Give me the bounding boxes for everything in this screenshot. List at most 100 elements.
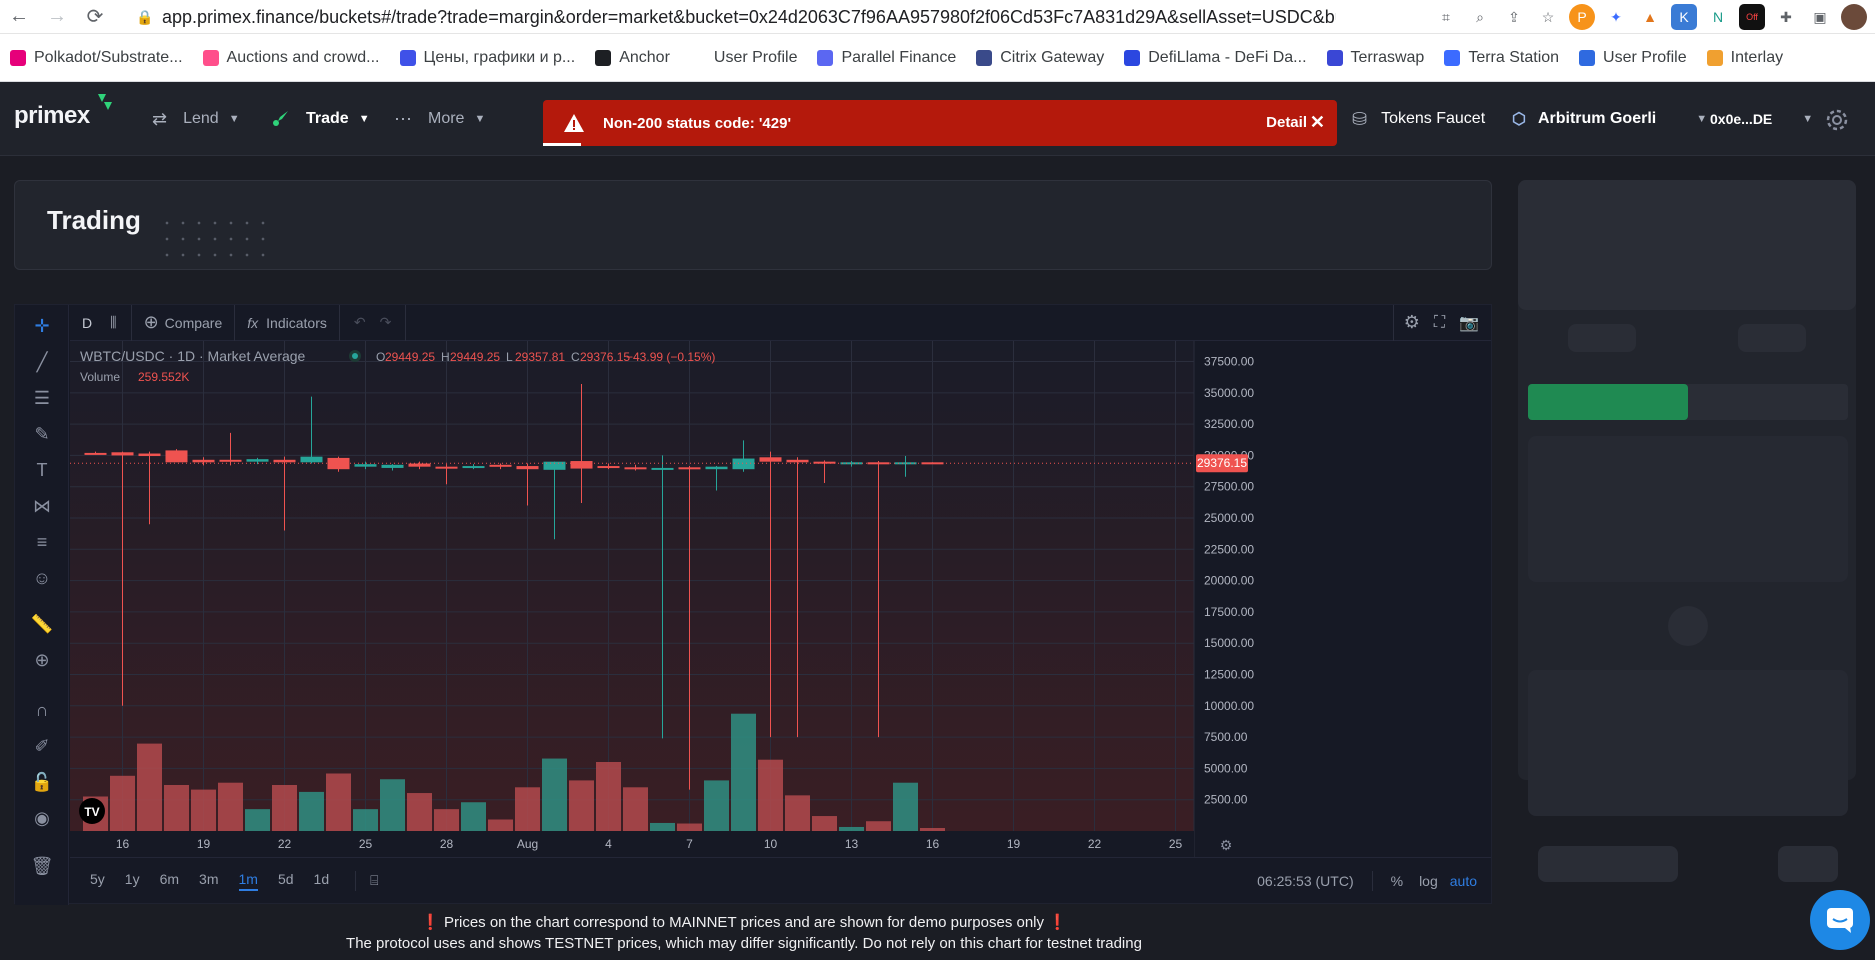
auto-toggle[interactable]: auto — [1450, 873, 1477, 889]
reload-icon[interactable]: ⟳ — [76, 0, 114, 34]
bookmark-item[interactable]: Interlay — [1706, 34, 1803, 82]
ext-k-icon[interactable]: K — [1671, 4, 1697, 30]
extensions-icon[interactable]: ✚ — [1773, 4, 1799, 30]
gear-icon[interactable] — [1823, 106, 1851, 134]
period-1y[interactable]: 1y — [125, 871, 140, 891]
period-3m[interactable]: 3m — [199, 871, 218, 891]
star-icon[interactable]: ☆ — [1535, 4, 1561, 30]
y-tick-label: 17500.00 — [1204, 605, 1254, 619]
emoji-icon[interactable]: ☺ — [29, 565, 55, 591]
camera-icon[interactable]: 📷 — [1459, 313, 1479, 333]
candle-type-icon[interactable]: ⫼ — [110, 314, 116, 331]
text-icon[interactable]: T — [29, 457, 55, 483]
bookmark-item[interactable]: Terraswap — [1326, 34, 1445, 82]
fib-icon[interactable]: ☰ — [29, 385, 55, 411]
fullscreen-icon[interactable]: ⛶ — [1434, 314, 1445, 332]
bookmark-item[interactable]: Parallel Finance — [817, 34, 976, 82]
zoom-in-icon[interactable]: ⊕ — [29, 647, 55, 673]
metamask-icon[interactable]: ▲ — [1637, 4, 1663, 30]
bookmark-item[interactable]: Terra Station — [1444, 34, 1579, 82]
candle-body — [894, 462, 917, 465]
bookmark-item[interactable]: Polkadot/Substrate... — [10, 34, 203, 82]
nav-lend-label: Lend — [183, 110, 219, 127]
brush-icon[interactable]: ✎ — [29, 421, 55, 447]
settings-icon[interactable]: ⚙ — [1404, 312, 1420, 333]
price-change: −43.99 (−0.15%) — [626, 350, 715, 364]
crosshair-icon[interactable]: ✛ — [29, 313, 55, 339]
toast-detail-link[interactable]: Detail — [1266, 114, 1307, 131]
axis-settings-icon[interactable]: ⚙ — [1220, 838, 1233, 854]
log-toggle[interactable]: log — [1419, 873, 1438, 889]
ext-off-icon[interactable]: Off — [1739, 4, 1765, 30]
share-icon[interactable]: ⇪ — [1501, 4, 1527, 30]
address-bar[interactable]: 🔒 app.primex.finance/buckets#/trade?trad… — [136, 3, 1336, 31]
bookmark-label: Anchor — [619, 48, 670, 66]
interval-button[interactable]: D — [82, 315, 92, 331]
plot-background — [70, 341, 1194, 831]
forward-icon[interactable]: → — [38, 0, 76, 34]
bookmark-item[interactable]: Anchor — [595, 34, 690, 82]
candlestick-chart[interactable]: 37500.0035000.0032500.0030000.0027500.00… — [70, 341, 1491, 857]
x-tick-label: 4 — [605, 837, 612, 851]
back-icon[interactable]: ← — [0, 0, 38, 34]
lock-drawing-icon[interactable]: ✐ — [29, 733, 55, 759]
nav-more[interactable]: ⋯ More ▼ — [394, 82, 485, 156]
ext-2-icon[interactable]: ✦ — [1603, 4, 1629, 30]
y-tick-label: 20000.00 — [1204, 574, 1254, 588]
period-6m[interactable]: 6m — [160, 871, 179, 891]
wallet-button[interactable]: 0x0e...DE ▼ — [1710, 82, 1813, 156]
redo-icon[interactable]: ↷ — [380, 314, 392, 331]
percent-toggle[interactable]: % — [1391, 873, 1403, 889]
eye-icon[interactable]: ◉ — [29, 805, 55, 831]
pattern-icon[interactable]: ⋈ — [29, 493, 55, 519]
compare-button[interactable]: Compare — [165, 315, 223, 331]
bookmark-item[interactable]: User Profile — [689, 34, 818, 82]
chart-widget: ✛ ╱ ☰ ✎ T ⋈ ≡ ☺ 📏 ⊕ ∩ ✐ 🔓 ◉ 🗑 D ⫼ ⊕ Comp… — [14, 304, 1492, 905]
bookmark-item[interactable]: User Profile — [1579, 34, 1707, 82]
trash-icon[interactable]: 🗑 — [29, 853, 55, 879]
sidepanel-icon[interactable]: ▣ — [1807, 4, 1833, 30]
nav-trade[interactable]: Trade ▼ — [270, 82, 370, 156]
period-1m[interactable]: 1m — [238, 871, 258, 891]
candle-body — [300, 456, 323, 463]
candle-body — [435, 466, 458, 469]
bookmark-item[interactable]: DefiLlama - DeFi Da... — [1124, 34, 1326, 82]
candle-body — [84, 452, 107, 455]
candle-body — [273, 459, 296, 463]
tokens-faucet[interactable]: ⛁ Tokens Faucet — [1352, 82, 1485, 156]
indicators-button[interactable]: Indicators — [266, 315, 327, 331]
bookmark-item[interactable]: Цены, графики и р... — [399, 34, 596, 82]
magnet-icon[interactable]: ∩ — [29, 697, 55, 723]
network-selector[interactable]: ⬡ Arbitrum Goerli ▼ — [1512, 82, 1707, 156]
error-toast: Non-200 status code: '429' Detail ✕ — [543, 100, 1337, 146]
zoom-icon[interactable]: ⌕ — [1467, 4, 1493, 30]
date-range-icon[interactable]: ⌸ — [370, 872, 378, 889]
x-tick-label: 22 — [1088, 837, 1102, 851]
bookmark-favicon-icon — [1706, 49, 1723, 66]
logo[interactable]: primex — [14, 102, 90, 130]
forecast-icon[interactable]: ≡ — [29, 529, 55, 555]
unlock-icon[interactable]: 🔓 — [29, 769, 55, 795]
period-1d[interactable]: 1d — [314, 871, 330, 891]
arbitrum-icon: ⬡ — [1512, 111, 1526, 128]
bookmark-item[interactable]: Auctions and crowd... — [202, 34, 400, 82]
ext-n-icon[interactable]: N — [1705, 4, 1731, 30]
candle-body — [138, 453, 161, 457]
translate-icon[interactable]: ⌗ — [1433, 4, 1459, 30]
chart-canvas[interactable]: 37500.0035000.0032500.0030000.0027500.00… — [70, 341, 1491, 857]
last-price-label: 29376.15 — [1197, 456, 1247, 470]
period-5d[interactable]: 5d — [278, 871, 294, 891]
coins-icon: ⛁ — [1352, 108, 1368, 129]
bookmark-favicon-icon — [202, 49, 219, 66]
chat-button[interactable] — [1810, 890, 1870, 950]
undo-icon[interactable]: ↶ — [354, 314, 366, 331]
nav-lend[interactable]: ⇄ Lend ▼ — [152, 82, 240, 156]
ext-1-icon[interactable]: P — [1569, 4, 1595, 30]
close-icon[interactable]: ✕ — [1310, 112, 1325, 133]
bookmark-item[interactable]: Citrix Gateway — [976, 34, 1124, 82]
x-tick-label: 13 — [845, 837, 859, 851]
profile-avatar[interactable] — [1841, 4, 1867, 30]
period-5y[interactable]: 5y — [90, 871, 105, 891]
trendline-icon[interactable]: ╱ — [29, 349, 55, 375]
ruler-icon[interactable]: 📏 — [29, 611, 55, 637]
